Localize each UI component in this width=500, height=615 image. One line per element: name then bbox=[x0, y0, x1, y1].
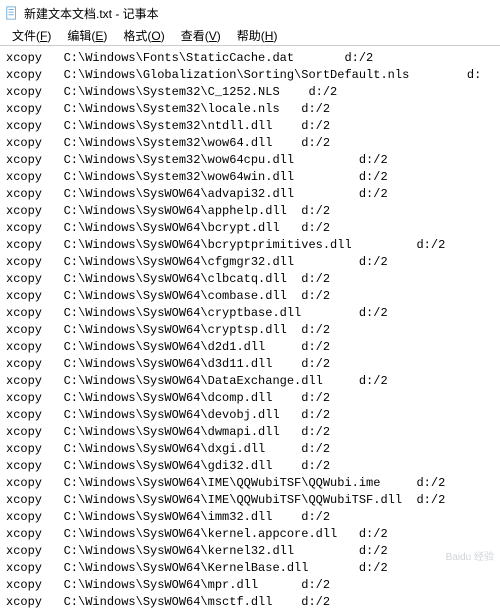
text-line: xcopy C:\Windows\SysWOW64\dxgi.dll d:/2 bbox=[6, 441, 494, 458]
text-line: xcopy C:\Windows\System32\wow64cpu.dll d… bbox=[6, 152, 494, 169]
text-line: xcopy C:\Windows\SysWOW64\dcomp.dll d:/2 bbox=[6, 390, 494, 407]
text-line: xcopy C:\Windows\SysWOW64\bcryptprimitiv… bbox=[6, 237, 494, 254]
text-line: xcopy C:\Windows\SysWOW64\clbcatq.dll d:… bbox=[6, 271, 494, 288]
text-line: xcopy C:\Windows\SysWOW64\cryptbase.dll … bbox=[6, 305, 494, 322]
text-line: xcopy C:\Windows\Fonts\StaticCache.dat d… bbox=[6, 50, 494, 67]
text-line: xcopy C:\Windows\System32\C_1252.NLS d:/… bbox=[6, 84, 494, 101]
text-line: xcopy C:\Windows\SysWOW64\IME\QQWubiTSF\… bbox=[6, 492, 494, 509]
titlebar: 新建文本文档.txt - 记事本 bbox=[0, 0, 500, 26]
text-line: xcopy C:\Windows\SysWOW64\cryptsp.dll d:… bbox=[6, 322, 494, 339]
text-line: xcopy C:\Windows\SysWOW64\dwmapi.dll d:/… bbox=[6, 424, 494, 441]
text-line: xcopy C:\Windows\System32\locale.nls d:/… bbox=[6, 101, 494, 118]
text-line: xcopy C:\Windows\SysWOW64\cfgmgr32.dll d… bbox=[6, 254, 494, 271]
text-line: xcopy C:\Windows\SysWOW64\msctf.dll d:/2 bbox=[6, 594, 494, 611]
text-line: xcopy C:\Windows\Globalization\Sorting\S… bbox=[6, 67, 494, 84]
notepad-icon bbox=[4, 5, 20, 21]
text-line: xcopy C:\Windows\SysWOW64\imm32.dll d:/2 bbox=[6, 509, 494, 526]
text-line: xcopy C:\Windows\SysWOW64\d2d1.dll d:/2 bbox=[6, 339, 494, 356]
menu-help[interactable]: 帮助(H) bbox=[229, 25, 286, 46]
text-line: xcopy C:\Windows\SysWOW64\mpr.dll d:/2 bbox=[6, 577, 494, 594]
text-line: xcopy C:\Windows\System32\wow64win.dll d… bbox=[6, 169, 494, 186]
text-line: xcopy C:\Windows\SysWOW64\d3d11.dll d:/2 bbox=[6, 356, 494, 373]
text-line: xcopy C:\Windows\SysWOW64\devobj.dll d:/… bbox=[6, 407, 494, 424]
text-line: xcopy C:\Windows\SysWOW64\IME\QQWubiTSF\… bbox=[6, 475, 494, 492]
text-line: xcopy C:\Windows\SysWOW64\apphelp.dll d:… bbox=[6, 203, 494, 220]
menu-format[interactable]: 格式(O) bbox=[115, 25, 172, 46]
menu-file[interactable]: 文件(F) bbox=[4, 25, 59, 46]
text-area[interactable]: xcopy C:\Windows\Fonts\StaticCache.dat d… bbox=[0, 46, 500, 615]
text-line: xcopy C:\Windows\System32\wow64.dll d:/2 bbox=[6, 135, 494, 152]
text-line: xcopy C:\Windows\SysWOW64\gdi32.dll d:/2 bbox=[6, 458, 494, 475]
menu-view[interactable]: 查看(V) bbox=[173, 25, 229, 46]
window-title: 新建文本文档.txt - 记事本 bbox=[24, 5, 159, 22]
text-line: xcopy C:\Windows\SysWOW64\kernel32.dll d… bbox=[6, 543, 494, 560]
menubar: 文件(F) 编辑(E) 格式(O) 查看(V) 帮助(H) bbox=[0, 26, 500, 46]
text-line: xcopy C:\Windows\SysWOW64\combase.dll d:… bbox=[6, 288, 494, 305]
text-line: xcopy C:\Windows\System32\ntdll.dll d:/2 bbox=[6, 118, 494, 135]
text-line: xcopy C:\Windows\SysWOW64\bcrypt.dll d:/… bbox=[6, 220, 494, 237]
text-line: xcopy C:\Windows\SysWOW64\advapi32.dll d… bbox=[6, 186, 494, 203]
text-line: xcopy C:\Windows\SysWOW64\DataExchange.d… bbox=[6, 373, 494, 390]
text-line: xcopy C:\Windows\SysWOW64\kernel.appcore… bbox=[6, 526, 494, 543]
menu-edit[interactable]: 编辑(E) bbox=[59, 25, 115, 46]
